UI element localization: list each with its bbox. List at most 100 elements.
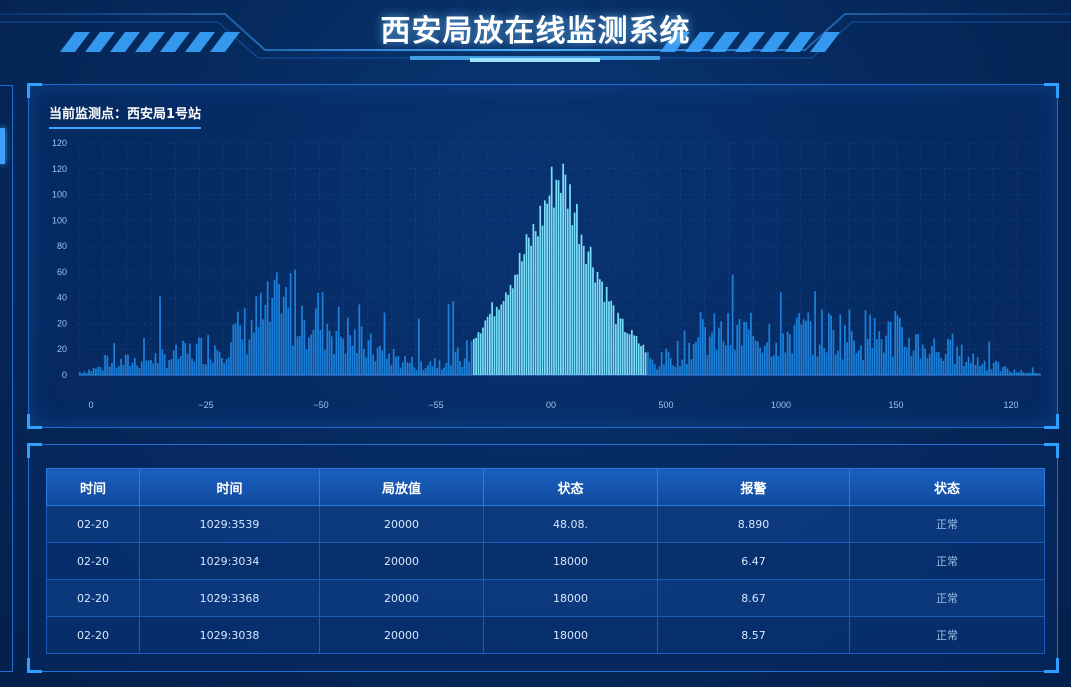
left-side-tab[interactable] — [0, 128, 5, 164]
spectrum-bar — [470, 341, 473, 375]
cell-alarm: 6.47 — [657, 542, 850, 580]
y-tick-label: 100 — [52, 215, 67, 225]
spectrum-bar — [944, 353, 947, 375]
spectrum-bar — [896, 315, 899, 375]
spectrum-bar — [999, 371, 1002, 375]
spectrum-bar — [738, 318, 741, 375]
spectrum-bar — [221, 357, 223, 375]
spectrum-bar — [1013, 369, 1016, 375]
spectrum-bar — [111, 362, 113, 375]
spectrum-bar — [1020, 369, 1023, 375]
spectrum-bar — [161, 349, 164, 375]
header-pd-value[interactable]: 局放值 — [319, 468, 484, 506]
spectrum-bar — [443, 367, 445, 375]
table-row[interactable]: 02-20 1029:3038 20000 18000 8.57 正常 — [46, 616, 1045, 654]
spectrum-bar — [147, 360, 150, 375]
spectrum-bar — [326, 323, 329, 375]
spectrum-bar — [844, 325, 846, 375]
spectrum-bar — [385, 358, 388, 375]
spectrum-bar — [747, 329, 750, 375]
spectrum-bar — [905, 347, 908, 375]
x-tick-label: 1000 — [771, 400, 791, 410]
spectrum-bar — [450, 365, 452, 375]
spectrum-bar — [317, 292, 319, 375]
spectrum-bar — [802, 319, 805, 375]
spectrum-bar — [745, 321, 748, 375]
spectrum-bar — [106, 355, 109, 375]
spectrum-bar — [557, 180, 560, 375]
spectrum-bar — [138, 367, 141, 375]
spectrum-bar — [429, 361, 432, 375]
spectrum-bar — [679, 366, 681, 375]
spectrum-bar — [534, 231, 537, 375]
cell-status: 正常 — [849, 542, 1045, 580]
spectrum-bar — [143, 337, 145, 375]
spectrum-bar — [129, 365, 132, 375]
spectrum-bar — [759, 347, 761, 375]
spectrum-bar — [743, 321, 745, 375]
spectrum-bar — [280, 313, 283, 375]
spectrum-bar — [509, 284, 512, 375]
spectrum-bar — [294, 269, 297, 375]
spectrum-bar — [669, 358, 672, 375]
spectrum-bar — [614, 324, 617, 375]
spectrum-bar — [786, 331, 789, 375]
header-time[interactable]: 时间 — [46, 468, 140, 506]
spectrum-bar — [225, 359, 228, 375]
spectrum-bar — [415, 370, 418, 375]
spectrum-bar — [981, 364, 984, 375]
spectrum-bar — [550, 166, 553, 375]
spectrum-bar — [942, 360, 945, 375]
spectrum-bar — [763, 345, 766, 375]
spectrum-bar — [289, 273, 292, 375]
corner-decoration — [27, 443, 42, 458]
spectrum-bar — [592, 267, 594, 375]
cell-status: 正常 — [849, 616, 1045, 654]
spectrum-bar — [992, 362, 995, 375]
spectrum-bar — [367, 340, 370, 375]
header-alarm[interactable]: 报警 — [657, 468, 850, 506]
spectrum-bar — [168, 360, 171, 375]
table-row[interactable]: 02-20 1029:3034 20000 18000 6.47 正常 — [46, 542, 1045, 580]
spectrum-bar — [113, 343, 116, 375]
spectrum-bar — [150, 359, 152, 375]
spectrum-bar — [548, 195, 551, 375]
spectrum-bar — [898, 318, 901, 375]
spectrum-bar — [855, 353, 858, 375]
spectrum-bar — [624, 332, 626, 375]
spectrum-bar — [795, 317, 798, 375]
spectrum-bar — [420, 361, 422, 375]
spectrum-bar — [234, 323, 237, 375]
spectrum-bar — [608, 301, 610, 375]
cell-status-value: 18000 — [483, 579, 658, 617]
spectrum-bar — [862, 359, 865, 375]
spectrum-bar — [869, 314, 871, 375]
spectrum-bar — [873, 317, 876, 375]
header-status[interactable]: 状态 — [483, 468, 658, 506]
spectrum-bar — [124, 354, 127, 375]
spectrum-bar — [663, 364, 665, 375]
table-row[interactable]: 02-20 1029:3539 20000 48.08. 8.890 正常 — [46, 505, 1045, 543]
spectrum-bar — [834, 354, 837, 375]
cell-status-value: 18000 — [483, 542, 658, 580]
spectrum-bar — [532, 223, 535, 375]
spectrum-bar — [340, 336, 342, 375]
header-time-2[interactable]: 时间 — [139, 468, 320, 506]
spectrum-bar — [177, 358, 180, 375]
spectrum-bar — [381, 350, 384, 375]
spectrum-bar — [271, 297, 274, 375]
spectrum-bar — [259, 292, 262, 375]
x-tick-label: 00 — [546, 400, 556, 410]
spectrum-bar — [798, 313, 800, 375]
spectrum-bar — [1036, 373, 1039, 375]
cell-alarm: 8.67 — [657, 579, 850, 617]
header-status-2[interactable]: 状态 — [849, 468, 1045, 506]
table-row[interactable]: 02-20 1029:3368 20000 18000 8.67 正常 — [46, 579, 1045, 617]
spectrum-bar — [756, 341, 759, 375]
spectrum-bar — [459, 361, 461, 375]
spectrum-bar — [360, 326, 363, 375]
spectrum-bar — [363, 348, 365, 375]
spectrum-bar — [392, 349, 395, 375]
spectrum-bar — [841, 359, 844, 375]
spectrum-bar — [390, 365, 393, 375]
